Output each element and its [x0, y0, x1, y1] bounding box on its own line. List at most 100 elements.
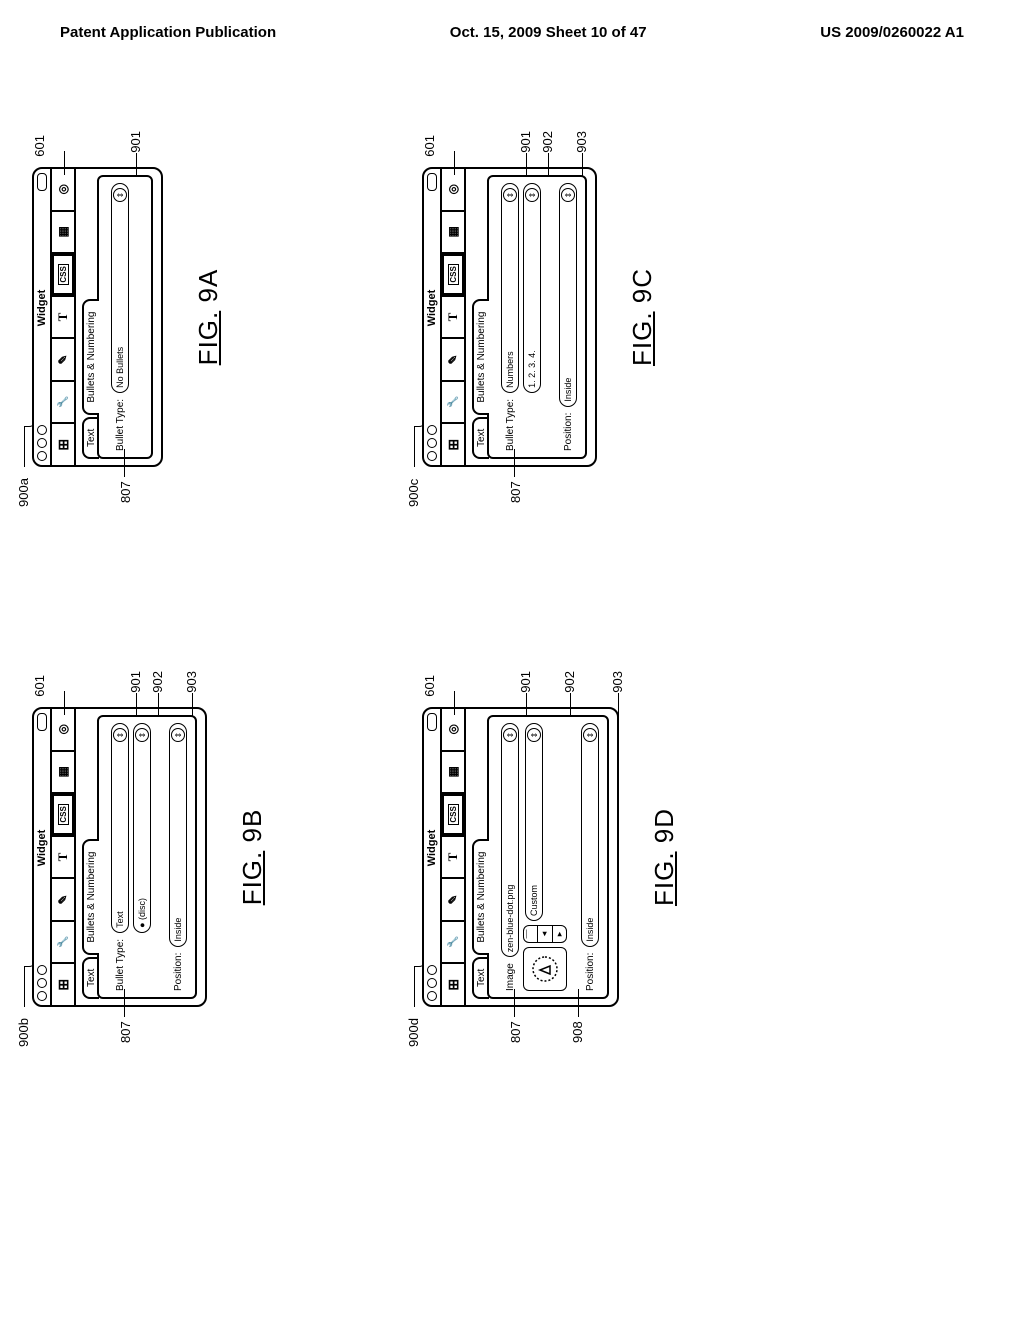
drawing-sheet: 900a Widget CSS: [102, 57, 922, 1157]
bullet-style-combo[interactable]: 1. 2. 3. 4. ⇕: [523, 183, 541, 393]
window-title: Widget: [36, 734, 48, 962]
figure-label-9a: FIG. FIG. 9A9A: [193, 167, 224, 467]
toolbar-table-icon[interactable]: [52, 210, 74, 253]
minimize-icon[interactable]: [37, 978, 47, 988]
zoom-icon[interactable]: [427, 425, 437, 435]
ref-900d: 900d: [406, 1018, 421, 1047]
minimize-icon[interactable]: [37, 438, 47, 448]
titlebar-pill-icon: [427, 173, 437, 191]
bullet-style-value: ● (disc): [137, 898, 147, 928]
titlebar: Widget: [34, 169, 52, 465]
figure-9c: 900c Widget CSS: [422, 167, 942, 467]
tab-bullets[interactable]: Bullets & Numbering: [82, 840, 99, 955]
scrub-icon: ⎺: [524, 926, 537, 942]
toolbar-text-icon[interactable]: [442, 835, 464, 878]
bullet-type-combo[interactable]: Text ⇕: [111, 723, 129, 933]
ref-601: 601: [32, 135, 47, 157]
close-icon[interactable]: [427, 991, 437, 1001]
toolbar-css-icon[interactable]: CSS: [442, 252, 464, 295]
prev-icon[interactable]: ◂: [537, 926, 551, 942]
close-icon[interactable]: [37, 451, 47, 461]
toolbar-table-icon[interactable]: [442, 210, 464, 253]
toolbar-wrench-icon[interactable]: [442, 380, 464, 423]
ref-807: 807: [508, 481, 523, 503]
ref-902: 902: [150, 671, 165, 693]
toolbar-pencil-icon[interactable]: [52, 337, 74, 380]
toolbar-pencil-icon[interactable]: [442, 337, 464, 380]
position-label: Position:: [173, 953, 184, 991]
minimize-icon[interactable]: [427, 978, 437, 988]
toolbar-metrics-icon[interactable]: [52, 422, 74, 465]
tab-bullets[interactable]: Bullets & Numbering: [472, 840, 489, 955]
ref-807: 807: [118, 481, 133, 503]
ref-601: 601: [422, 135, 437, 157]
image-label: Image: [505, 963, 516, 991]
close-icon[interactable]: [37, 991, 47, 1001]
image-well[interactable]: [523, 947, 567, 991]
dropdown-arrow-icon: ⇕: [503, 188, 517, 202]
toolbar-metrics-icon[interactable]: [442, 962, 464, 1005]
image-name-combo[interactable]: zen-blue-dot.png ⇕: [501, 723, 519, 957]
toolbar-target-icon[interactable]: [442, 709, 464, 750]
toolbar-metrics-icon[interactable]: [52, 962, 74, 1005]
position-value: Inside: [585, 918, 595, 942]
widget-window-b: Widget CSS 601 Text Bullets & Numbering: [32, 707, 207, 1007]
toolbar-target-icon[interactable]: [52, 709, 74, 750]
bullet-style-combo[interactable]: Custom ⇕: [525, 723, 543, 921]
toolbar-target-icon[interactable]: [52, 169, 74, 210]
toolbar-css-icon[interactable]: CSS: [52, 792, 74, 835]
toolbar-pencil-icon[interactable]: [52, 877, 74, 920]
toolbar-metrics-icon[interactable]: [442, 422, 464, 465]
ref-903: 903: [610, 671, 625, 693]
ref-807: 807: [118, 1021, 133, 1043]
position-label: Position:: [585, 953, 596, 991]
bullet-type-value: Text: [115, 911, 125, 928]
titlebar-pill-icon: [37, 713, 47, 731]
next-icon[interactable]: ▸: [552, 926, 566, 942]
image-stepper[interactable]: ⎺ ◂ ▸: [523, 925, 567, 943]
position-combo[interactable]: Inside ⇕: [581, 723, 599, 947]
close-icon[interactable]: [427, 451, 437, 461]
toolbar-wrench-icon[interactable]: [52, 920, 74, 963]
bullet-style-combo[interactable]: ● (disc) ⇕: [133, 723, 151, 933]
toolbar-text-icon[interactable]: [52, 295, 74, 338]
ref-901: 901: [518, 671, 533, 693]
dropdown-arrow-icon: ⇕: [583, 728, 597, 742]
zoom-icon[interactable]: [37, 965, 47, 975]
page-header: Patent Application Publication Oct. 15, …: [0, 0, 1024, 47]
bullet-type-value: Numbers: [505, 351, 515, 388]
dropdown-arrow-icon: ⇕: [113, 728, 127, 742]
toolbar-target-icon[interactable]: [442, 169, 464, 210]
position-combo[interactable]: Inside ⇕: [169, 723, 187, 947]
zoom-icon[interactable]: [37, 425, 47, 435]
toolbar-text-icon[interactable]: [52, 835, 74, 878]
minimize-icon[interactable]: [427, 438, 437, 448]
dropdown-arrow-icon: ⇕: [525, 188, 539, 202]
figure-label-9b: FIG. 9B: [237, 707, 268, 1007]
pane-bullets: Bullet Type: Numbers ⇕ Bullet Type: 1. 2…: [487, 175, 587, 459]
ref-901: 901: [518, 131, 533, 153]
bullet-type-value: No Bullets: [115, 347, 125, 388]
dropdown-arrow-icon: ⇕: [561, 188, 575, 202]
tab-bullets[interactable]: Bullets & Numbering: [82, 300, 99, 415]
position-combo[interactable]: Inside ⇕: [559, 183, 577, 407]
toolbar-css-icon[interactable]: CSS: [52, 252, 74, 295]
bullet-type-combo[interactable]: No Bullets ⇕: [111, 183, 129, 393]
toolbar-wrench-icon[interactable]: [442, 920, 464, 963]
ref-900a: 900a: [16, 478, 31, 507]
toolbar-table-icon[interactable]: [52, 750, 74, 793]
bullet-type-combo[interactable]: Numbers ⇕: [501, 183, 519, 393]
ref-902: 902: [540, 131, 555, 153]
dropdown-arrow-icon: ⇕: [503, 728, 517, 742]
ref-903: 903: [184, 671, 199, 693]
ref-901: 901: [128, 671, 143, 693]
toolbar-table-icon[interactable]: [442, 750, 464, 793]
toolbar-wrench-icon[interactable]: [52, 380, 74, 423]
position-label: Position:: [563, 413, 574, 451]
zoom-icon[interactable]: [427, 965, 437, 975]
tab-bullets[interactable]: Bullets & Numbering: [472, 300, 489, 415]
toolbar-pencil-icon[interactable]: [442, 877, 464, 920]
ref-900b: 900b: [16, 1018, 31, 1047]
toolbar-text-icon[interactable]: [442, 295, 464, 338]
toolbar-css-icon[interactable]: CSS: [442, 792, 464, 835]
